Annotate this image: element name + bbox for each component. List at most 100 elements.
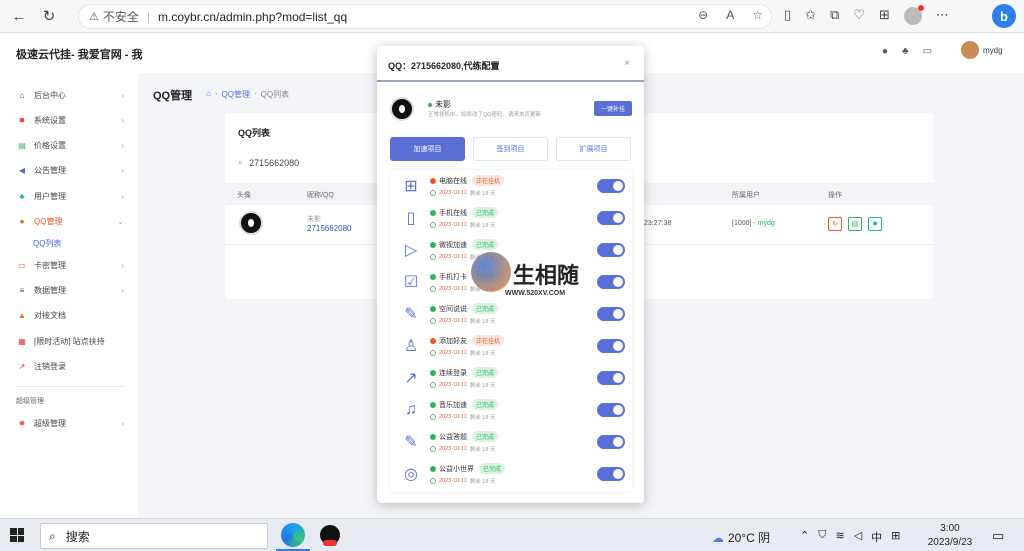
sidebar-item-system[interactable]: ✸ 系统设置 › [16, 113, 128, 127]
cart-action-icon[interactable]: ▤ [848, 217, 862, 231]
quick-resume-button[interactable]: 一键补挂 [594, 101, 632, 116]
task-toggle[interactable] [597, 371, 625, 385]
clock-icon [430, 414, 436, 420]
sidebar-item-promo[interactable]: ▦ [限时活动] 站点扶持 [16, 334, 128, 348]
clock-icon [430, 350, 436, 356]
speaker-icon[interactable]: ◁ [854, 529, 862, 545]
address-bar[interactable]: ⚠ 不安全 | m.coybr.cn/admin.php?mod=list_qq… [78, 4, 772, 29]
sidebar-item-logout[interactable]: ↗ 注销登录 [16, 359, 128, 373]
home-icon[interactable]: ⌂ [206, 89, 211, 100]
wifi-icon[interactable]: ≋ [835, 529, 844, 545]
task-title: 公益小世界 已完成 [430, 463, 506, 474]
document-edit-icon: ✎ [404, 306, 418, 323]
task-toggle[interactable] [597, 339, 625, 353]
user-menu[interactable]: mydg [961, 41, 1003, 59]
split-screen-icon[interactable]: ▯ [784, 7, 791, 25]
taskbar-clock[interactable]: 3:00 2023/9/23 [926, 522, 974, 550]
close-icon[interactable]: × [624, 58, 630, 69]
sidebar-item-docs[interactable]: ▲ 对接文档 [16, 308, 128, 322]
tab-speedup[interactable]: 加速项目 [390, 137, 465, 161]
status-badge: 已完成 [472, 431, 499, 442]
collections-icon[interactable]: ⧉ [830, 7, 839, 25]
chart-icon: ↗ [404, 370, 418, 387]
breadcrumb-item[interactable]: QQ管理 [222, 89, 250, 100]
task-meta: 2023-10-11剩余 18 天 [430, 349, 495, 357]
taskbar-search[interactable]: ⌕ 搜索 [40, 523, 268, 549]
sidebar-item-label: 用户管理 [34, 191, 66, 201]
breadcrumb: ⌂ · QQ管理 · QQ列表 [206, 89, 289, 100]
breadcrumb-sep: · [214, 89, 218, 98]
edge-browser-icon[interactable] [281, 523, 305, 547]
ime-indicator[interactable]: 中 [871, 529, 882, 545]
task-title: 添加好友 正在挂机 [430, 335, 505, 346]
task-toggle[interactable] [597, 467, 625, 481]
tab-checkin[interactable]: 签到项目 [473, 137, 548, 161]
sidebar-item-cards[interactable]: ▭ 卡密管理 › [16, 258, 128, 272]
zoom-icon[interactable]: ⊖ [698, 8, 708, 22]
sidebar-item-label: 后台中心 [34, 90, 66, 100]
sidebar-item-qq[interactable]: ● QQ管理 ⌄ [16, 214, 128, 228]
users-icon[interactable]: ♣ [902, 46, 909, 57]
refresh-icon[interactable]: ↻ [38, 5, 60, 27]
read-aloud-icon[interactable]: A [726, 8, 734, 22]
user-name: mydg [983, 45, 1003, 55]
logout-icon: ↗ [18, 361, 26, 371]
weather-widget[interactable]: ☁ 20°C 阴 [712, 529, 770, 546]
column-header: 昵称/QQ [307, 192, 334, 199]
row-owner: [1000] - mydg [732, 220, 775, 227]
list-icon: ≡ [19, 285, 25, 295]
keyboard-icon[interactable]: ⊞ [891, 529, 900, 545]
bell-icon[interactable]: ● [882, 46, 888, 57]
qq-app-icon[interactable] [320, 525, 340, 546]
sidebar-item-data[interactable]: ≡ 数据管理 › [16, 283, 128, 297]
back-arrow-icon[interactable]: ← [8, 5, 30, 27]
tab-extended[interactable]: 扩展项目 [556, 137, 631, 161]
sidebar-item-price[interactable]: ▤ 价格设置 › [16, 138, 128, 152]
sidebar-item-dashboard[interactable]: ⌂ 后台中心 › [16, 88, 128, 102]
chevron-right-icon: › [121, 260, 124, 270]
notification-icon[interactable]: ▭ [992, 528, 1004, 544]
chevron-up-icon[interactable]: ⌃ [800, 529, 809, 545]
settings-action-icon[interactable]: ✸ [868, 217, 882, 231]
favorite-star-icon[interactable]: ☆ [752, 8, 763, 22]
card-icon[interactable]: ▭ [923, 46, 932, 57]
extension-icon[interactable]: ♡ [853, 7, 865, 25]
status-dot [430, 433, 436, 440]
refresh-action-icon[interactable]: ↻ [828, 217, 842, 231]
status-badge: 已完成 [472, 367, 499, 378]
task-toggle[interactable] [597, 403, 625, 417]
task-toggle[interactable] [597, 307, 625, 321]
status-badge: 已完成 [479, 463, 506, 474]
sidebar-item-label: 卡密管理 [34, 260, 66, 270]
task-toggle[interactable] [597, 435, 625, 449]
task-item: ✎ 空间说说 已完成 2023-10-11 剩余 18 天 [390, 298, 632, 330]
watermark-url: WWW.520XV.COM [505, 290, 566, 297]
clock-icon [430, 190, 436, 196]
status-dot [430, 305, 436, 312]
qq-nick: 未影 [307, 216, 321, 223]
profile-avatar[interactable] [903, 5, 924, 25]
sidebar-item-super-admin[interactable]: ✸ 超级管理 › [16, 416, 128, 430]
task-title: 电脑在线 正在挂机 [430, 175, 505, 186]
sidebar-item-label: 对接文档 [34, 310, 66, 320]
task-title: 微视加速 已完成 [430, 239, 499, 250]
menu-dots-icon[interactable]: ⋯ [936, 7, 949, 25]
windows-start-icon[interactable] [10, 528, 24, 542]
cloud-icon: ☁ [712, 530, 724, 545]
watermark-globe-logo [471, 252, 511, 292]
sidebar-subitem-qq-list[interactable]: QQ列表 [33, 238, 61, 249]
more-tools-icon[interactable]: ⊞ [879, 7, 890, 25]
bing-icon[interactable]: b [992, 4, 1016, 28]
task-toggle[interactable] [597, 179, 625, 193]
status-badge: 正在挂机 [472, 335, 505, 346]
task-meta: 2023-10-11剩余 18 天 [430, 381, 495, 389]
search-icon: ⌕ [238, 157, 244, 167]
task-toggle[interactable] [597, 211, 625, 225]
qq-number[interactable]: 2715662080 [307, 224, 352, 233]
clock-icon [430, 254, 436, 260]
shield-icon[interactable]: ⛉ [818, 529, 826, 545]
sidebar-item-users[interactable]: ♣ 用户管理 › [16, 189, 128, 203]
favorites-icon[interactable]: ✩ [805, 7, 816, 25]
search-input[interactable]: ⌕ 2715662080 [238, 157, 299, 168]
sidebar-item-notice[interactable]: ◀ 公告管理 › [16, 163, 128, 177]
